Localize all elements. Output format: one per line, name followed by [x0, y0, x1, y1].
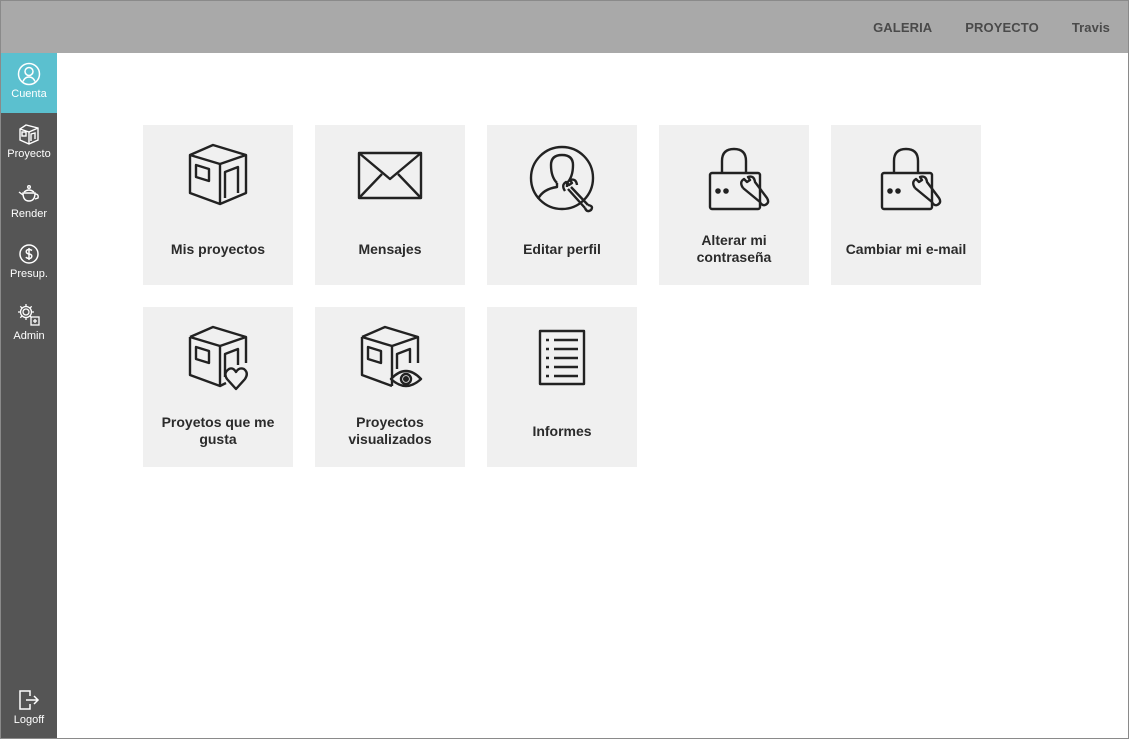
room-eye-icon	[360, 325, 423, 388]
sidebar-item-cuenta[interactable]: Cuenta	[1, 53, 57, 113]
user-menu-link[interactable]: Travis	[1072, 20, 1110, 35]
tile-alterar-contrasena[interactable]: Alterar mi contraseña	[659, 125, 809, 285]
sidebar-item-label: Render	[10, 208, 48, 220]
user-circle-icon	[17, 62, 41, 86]
logoff-label: Logoff	[13, 714, 45, 726]
envelope-icon	[357, 151, 423, 200]
teapot-icon	[18, 185, 39, 202]
document-list-icon	[538, 329, 586, 386]
tile-mis-proyectos[interactable]: Mis proyectos	[143, 125, 293, 285]
tile-informes[interactable]: Informes	[487, 307, 637, 467]
tile-label: Alterar mi contraseña	[696, 232, 772, 265]
tile-label: Mis proyectos	[170, 240, 266, 257]
gears-icon	[18, 304, 40, 326]
sidebar-item-label: Admin	[13, 330, 45, 342]
sidebar-item-presup[interactable]: Presup.	[1, 233, 57, 293]
top-nav: GALERIA PROYECTO Travis	[873, 1, 1110, 53]
user-wrench-icon	[529, 145, 595, 213]
logout-icon	[19, 690, 40, 710]
nav-proyecto-link[interactable]: PROYECTO	[965, 20, 1039, 35]
sidebar: Cuenta Proyecto Render Presup. Admin Log…	[1, 53, 57, 738]
tile-editar-perfil[interactable]: Editar perfil	[487, 125, 637, 285]
sidebar-item-proyecto[interactable]: Proyecto	[1, 113, 57, 173]
sidebar-item-label: Proyecto	[7, 148, 51, 160]
tile-mensajes[interactable]: Mensajes	[315, 125, 465, 285]
lock-wrench-icon	[880, 147, 942, 211]
room-cube-icon	[188, 143, 248, 206]
tile-label: Editar perfil	[523, 240, 601, 257]
tile-cambiar-email[interactable]: Cambiar mi e-mail	[831, 125, 981, 285]
tile-label: Mensajes	[358, 240, 422, 257]
nav-galeria-link[interactable]: GALERIA	[873, 20, 932, 35]
sidebar-item-admin[interactable]: Admin	[1, 293, 57, 353]
room-heart-icon	[188, 325, 248, 391]
top-bar: GALERIA PROYECTO Travis	[1, 1, 1128, 53]
sidebar-item-label: Cuenta	[11, 88, 47, 100]
app-window: GALERIA PROYECTO Travis Cuenta Proyecto	[0, 0, 1129, 739]
tile-proyectos-visualizados[interactable]: Proyectos visualizados	[315, 307, 465, 467]
tile-label: Cambiar mi e-mail	[845, 240, 967, 257]
tile-label: Proyetos que me gusta	[161, 414, 275, 447]
lock-wrench-icon	[708, 147, 770, 211]
logoff-button[interactable]: Logoff	[1, 679, 57, 738]
sidebar-item-render[interactable]: Render	[1, 173, 57, 233]
room-cube-icon	[19, 124, 39, 145]
sidebar-item-label: Presup.	[10, 268, 48, 280]
tile-label: Informes	[532, 422, 592, 439]
tile-label: Proyectos visualizados	[348, 414, 432, 447]
dollar-circle-icon	[19, 244, 39, 264]
tile-proyetos-que-me-gusta[interactable]: Proyetos que me gusta	[143, 307, 293, 467]
